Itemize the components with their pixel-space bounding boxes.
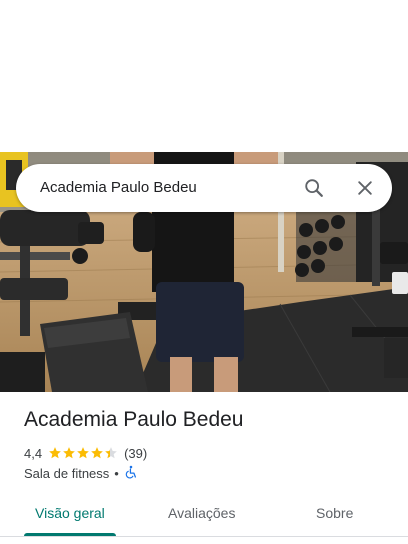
star-icon: [105, 447, 117, 459]
wheelchair-icon: [124, 465, 138, 482]
place-title: Academia Paulo Bedeu: [24, 408, 244, 431]
tabs-divider: [0, 536, 408, 537]
search-input[interactable]: Academia Paulo Bedeu: [40, 179, 197, 196]
star-icon: [63, 447, 75, 459]
separator: •: [114, 465, 119, 481]
search-icon[interactable]: [302, 176, 326, 200]
star-icon: [49, 447, 61, 459]
close-icon[interactable]: [353, 176, 377, 200]
star-rating: [48, 446, 118, 460]
category-row: Sala de fitness •: [24, 465, 138, 481]
rating-value: 4,4: [24, 445, 43, 461]
tab-reviews[interactable]: Avaliações: [168, 505, 235, 521]
category-label: Sala de fitness: [24, 465, 110, 481]
tab-about[interactable]: Sobre: [316, 505, 353, 521]
tab-bar: Visão geral Avaliações Sobre: [0, 496, 408, 536]
tab-overview[interactable]: Visão geral: [35, 505, 105, 521]
star-icon: [91, 447, 103, 459]
rating-row[interactable]: 4,4 (39): [24, 445, 147, 461]
search-bar[interactable]: Academia Paulo Bedeu: [16, 164, 392, 212]
review-count[interactable]: (39): [124, 446, 147, 461]
star-icon: [77, 447, 89, 459]
